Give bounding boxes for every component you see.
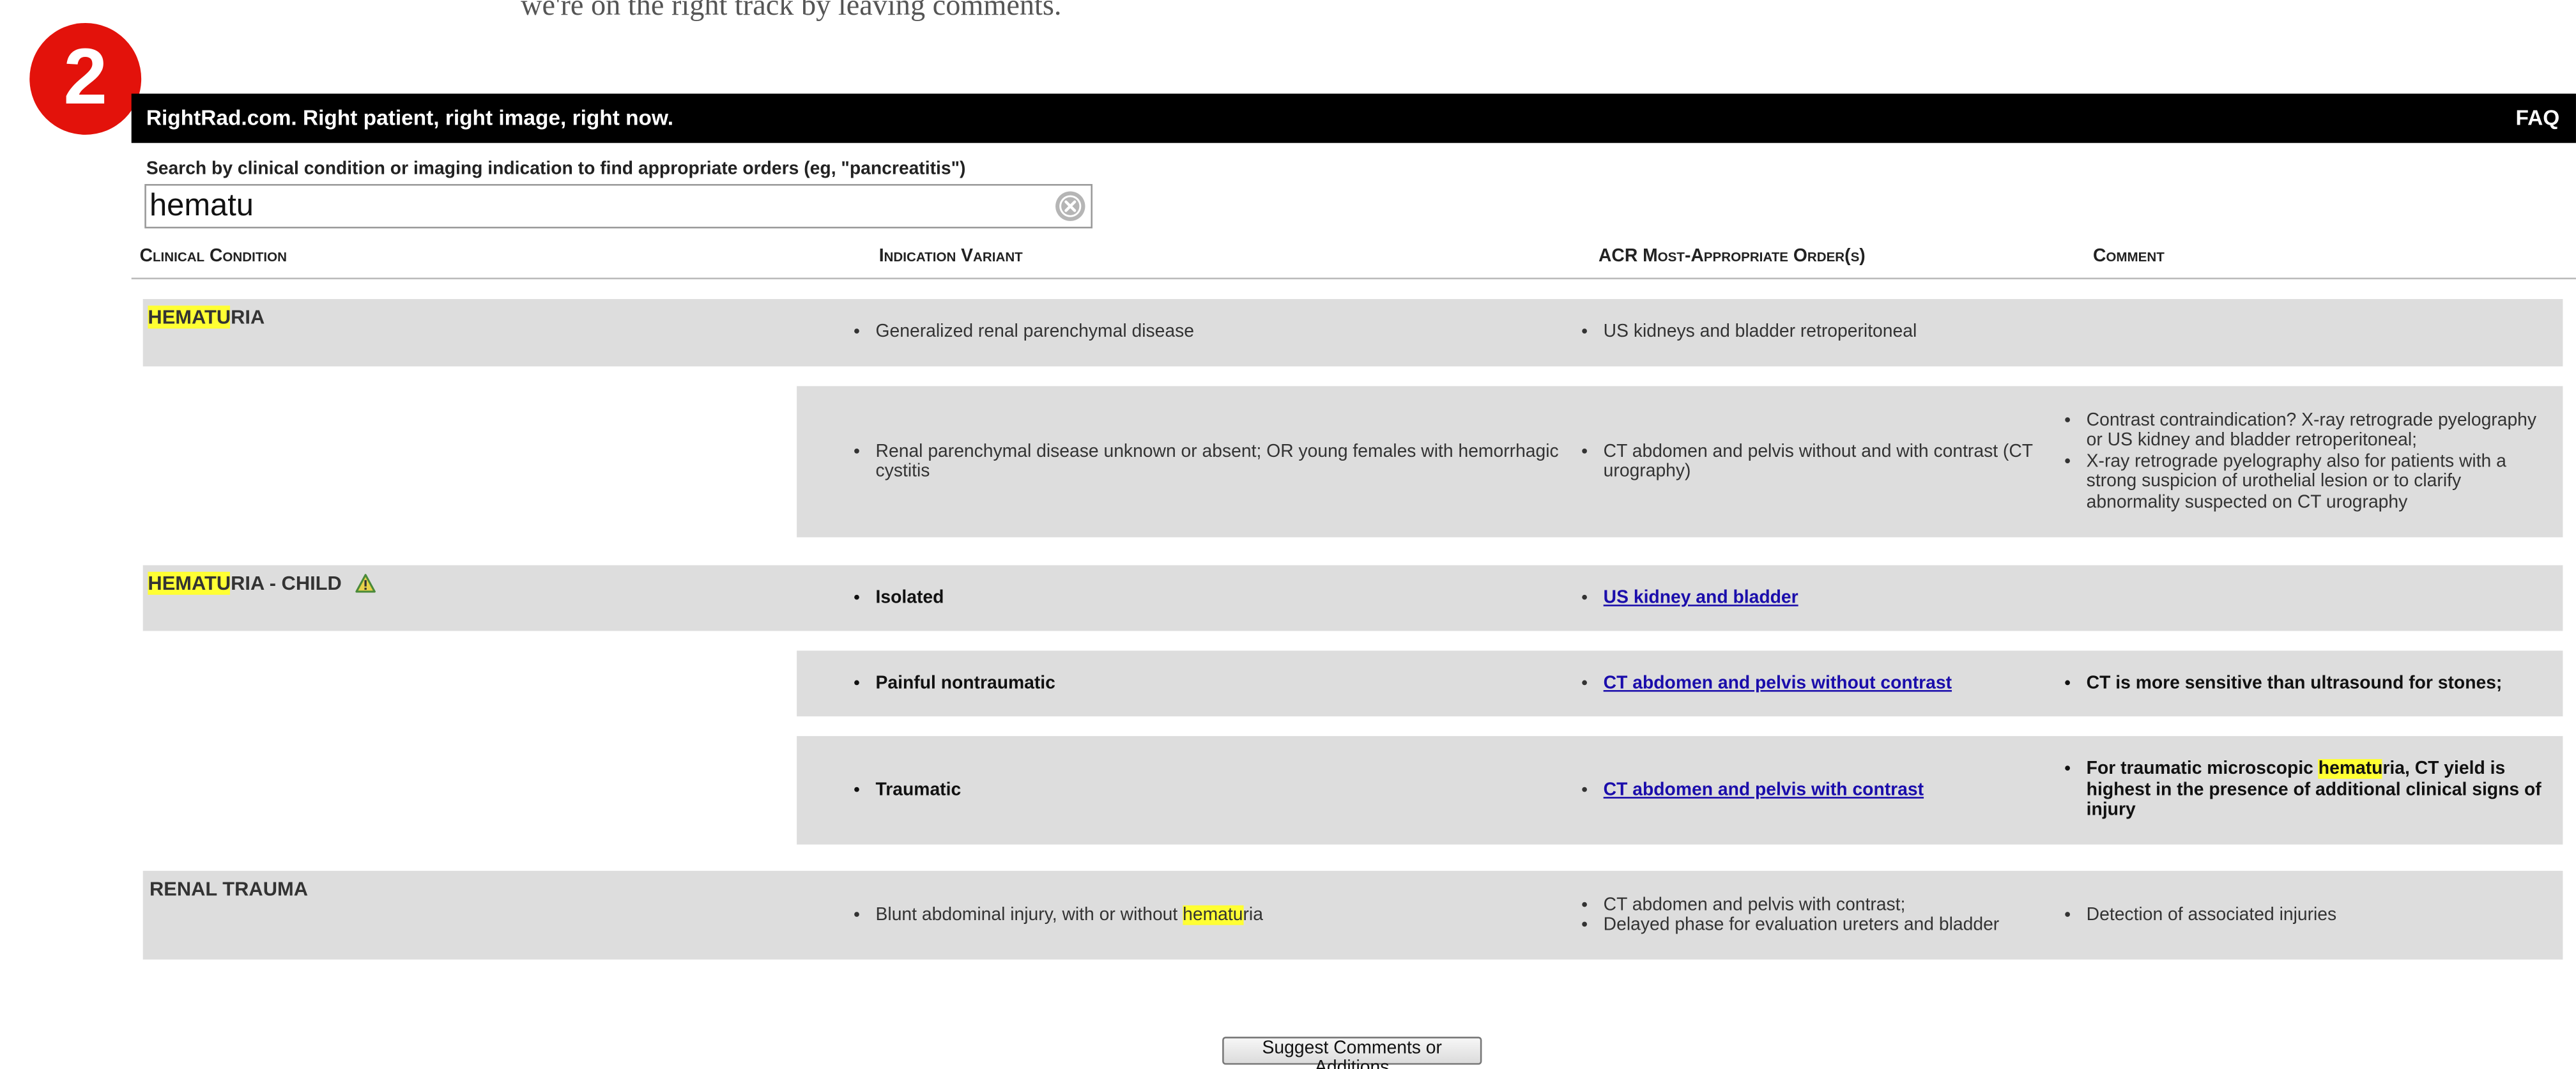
- comment-list: Contrast contraindication? X-ray retrogr…: [2065, 410, 2542, 513]
- list-item: Detection of associated injuries: [2087, 905, 2336, 925]
- list-item: Renal parenchymal disease unknown or abs…: [876, 441, 1574, 482]
- step-number-badge: 2: [29, 22, 142, 135]
- order-list: CT abdomen and pelvis without and with c…: [1582, 441, 2050, 482]
- order-list: US kidneys and bladder retroperitoneal: [1582, 323, 1917, 343]
- order-list: CT abdomen and pelvis with contrast; Del…: [1582, 895, 2000, 935]
- warning-triangle-icon[interactable]: [355, 573, 376, 593]
- list-item: X-ray retrograde pyelography also for pa…: [2087, 451, 2542, 512]
- column-header-comment: Comment: [2092, 246, 2165, 266]
- list-item: Delayed phase for evaluation ureters and…: [1604, 915, 2000, 935]
- comment-list: CT is more sensitive than ultrasound for…: [2065, 673, 2503, 694]
- list-item: US kidney and bladder: [1604, 588, 1798, 608]
- condition-name: RENAL TRAUMA: [149, 877, 309, 901]
- order-cell: US kidneys and bladder retroperitoneal: [1582, 299, 2050, 366]
- order-list: CT abdomen and pelvis with contrast: [1582, 780, 1924, 801]
- column-header-clinical-condition: Clinical Condition: [139, 246, 287, 266]
- order-cell: CT abdomen and pelvis without contrast: [1582, 650, 2050, 716]
- list-item: CT abdomen and pelvis without and with c…: [1604, 441, 2050, 482]
- variant-cell: Blunt abdominal injury, with or without …: [854, 871, 1561, 960]
- order-cell: CT abdomen and pelvis with contrast; Del…: [1582, 871, 2050, 960]
- list-item: Traumatic: [876, 780, 962, 801]
- search-label: Search by clinical condition or imaging …: [146, 159, 966, 180]
- order-list: US kidney and bladder: [1582, 588, 1798, 608]
- site-brand: RightRad.com. Right patient, right image…: [146, 105, 674, 130]
- order-link-ct-with-contrast[interactable]: CT abdomen and pelvis with contrast: [1604, 780, 1924, 800]
- site-header: RightRad.com. Right patient, right image…: [131, 93, 2576, 143]
- order-cell: CT abdomen and pelvis with contrast: [1582, 736, 2050, 845]
- order-cell: CT abdomen and pelvis without and with c…: [1582, 386, 2050, 537]
- variant-list: Blunt abdominal injury, with or without …: [854, 905, 1263, 925]
- variant-list: Traumatic: [854, 780, 962, 801]
- comment-cell: CT is more sensitive than ultrasound for…: [2065, 650, 2542, 716]
- order-link-us-kidney-bladder[interactable]: US kidney and bladder: [1604, 588, 1798, 608]
- variant-cell: Generalized renal parenchymal disease: [854, 299, 1561, 366]
- comment-cell: Detection of associated injuries: [2065, 871, 2542, 960]
- condition-name: HEMATU RIA - CHILD: [148, 571, 376, 595]
- list-item: Isolated: [876, 588, 944, 608]
- list-item: US kidneys and bladder retroperitoneal: [1604, 323, 1917, 343]
- list-item: For traumatic microscopic hematuria, CT …: [2087, 759, 2542, 821]
- clear-search-icon[interactable]: [1055, 190, 1086, 222]
- variant-list: Painful nontraumatic: [854, 673, 1055, 694]
- list-item: CT abdomen and pelvis without contrast: [1604, 673, 1952, 694]
- list-item: Generalized renal parenchymal disease: [876, 323, 1194, 343]
- header-divider: [131, 277, 2576, 280]
- column-header-acr-order: ACR Most-Appropriate Order(s): [1598, 246, 1866, 266]
- variant-cell: Renal parenchymal disease unknown or abs…: [854, 386, 1574, 537]
- list-item: Blunt abdominal injury, with or without …: [876, 905, 1263, 925]
- list-item: Painful nontraumatic: [876, 673, 1055, 694]
- faq-link[interactable]: FAQ: [2515, 105, 2559, 130]
- list-item: CT is more sensitive than ultrasound for…: [2087, 673, 2503, 694]
- variant-list: Renal parenchymal disease unknown or abs…: [854, 441, 1574, 482]
- condition-name: HEMATURIA: [148, 305, 265, 329]
- search-box: [144, 183, 1092, 229]
- column-header-indication-variant: Indication Variant: [878, 246, 1023, 266]
- comment-list: Detection of associated injuries: [2065, 905, 2336, 925]
- comment-list: For traumatic microscopic hematuria, CT …: [2065, 759, 2542, 821]
- intro-text: we're on the right track by leaving comm…: [521, 0, 1062, 22]
- comment-cell: For traumatic microscopic hematuria, CT …: [2065, 736, 2542, 845]
- order-cell: US kidney and bladder: [1582, 565, 2050, 631]
- list-item: Contrast contraindication? X-ray retrogr…: [2087, 410, 2542, 451]
- comment-cell: Contrast contraindication? X-ray retrogr…: [2065, 386, 2542, 537]
- variant-cell: Traumatic: [854, 736, 1561, 845]
- suggest-comments-button[interactable]: Suggest Comments or Additions: [1222, 1036, 1482, 1069]
- list-item: CT abdomen and pelvis with contrast: [1604, 780, 1924, 801]
- variant-cell: Painful nontraumatic: [854, 650, 1561, 716]
- order-link-ct-without-contrast[interactable]: CT abdomen and pelvis without contrast: [1604, 673, 1952, 693]
- order-list: CT abdomen and pelvis without contrast: [1582, 673, 1952, 694]
- search-input[interactable]: [148, 187, 1045, 226]
- list-item: CT abdomen and pelvis with contrast;: [1604, 895, 2000, 915]
- variant-list: Generalized renal parenchymal disease: [854, 323, 1194, 343]
- variant-list: Isolated: [854, 588, 944, 608]
- variant-cell: Isolated: [854, 565, 1561, 631]
